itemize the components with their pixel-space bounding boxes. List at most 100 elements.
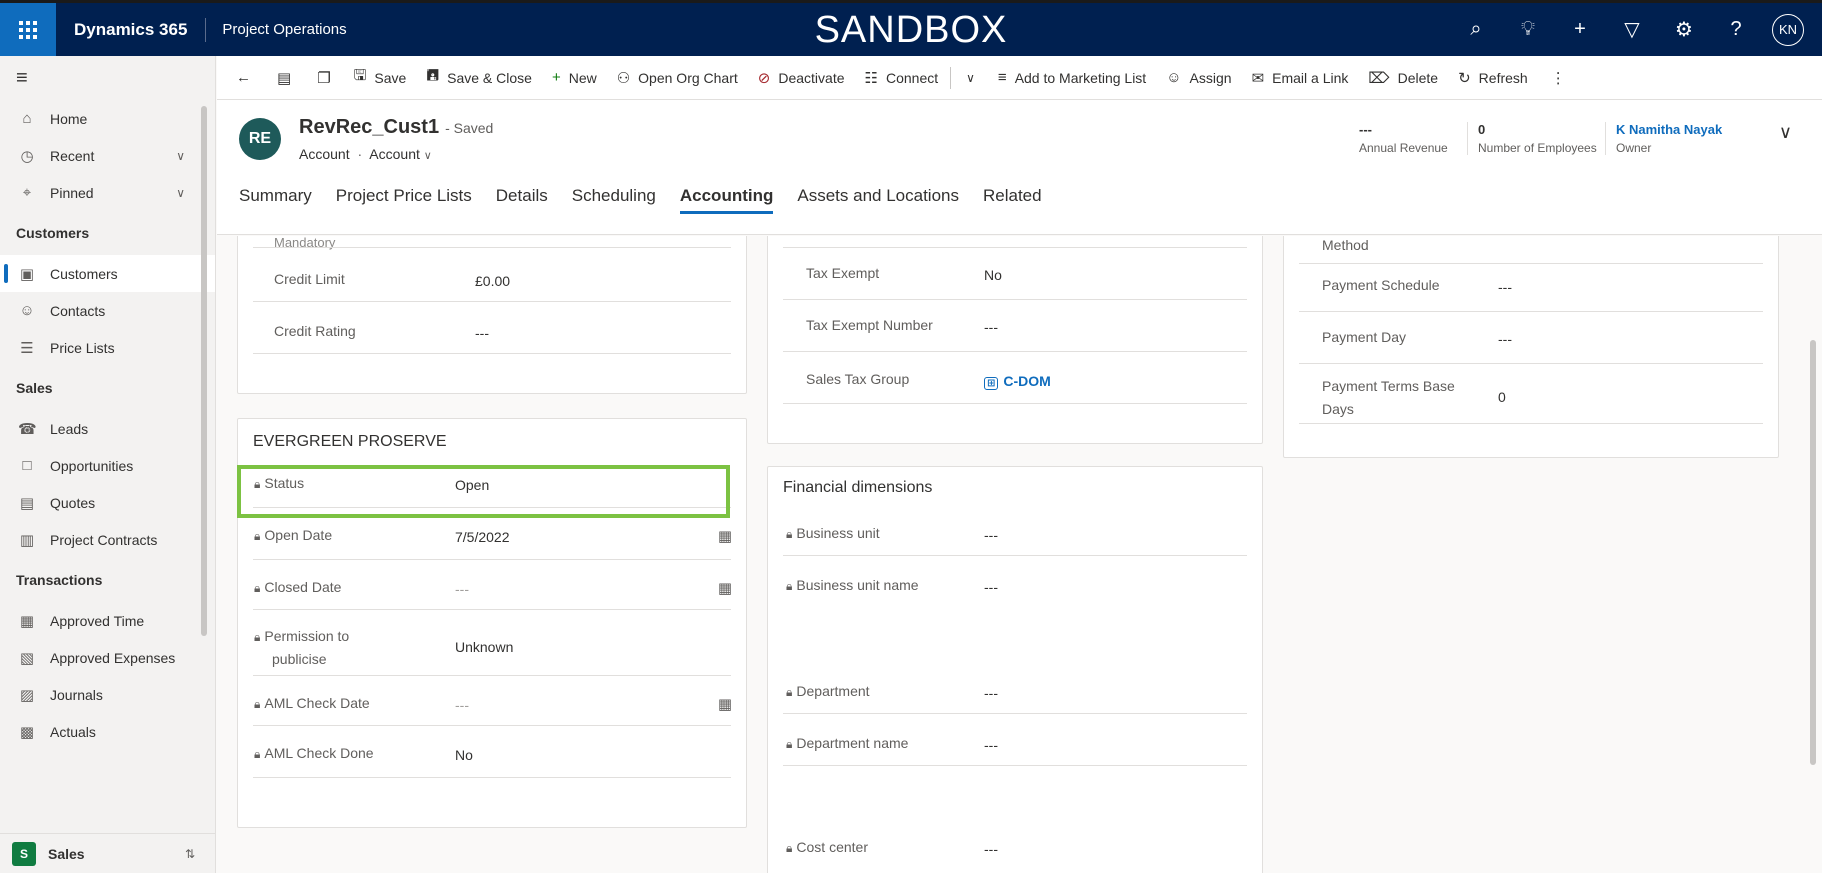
assign-button[interactable]: ☺ Assign (1156, 56, 1241, 100)
sitemap-sidebar: ≡ ⌂ Home ◷ Recent ∨ ⌖ Pinned ∨ Customers… (0, 56, 216, 873)
aml-check-date-field[interactable]: --- (455, 697, 469, 713)
permission-field[interactable]: Unknown (455, 639, 513, 655)
department-field[interactable]: --- (984, 685, 998, 701)
sidebar-item-label: Project Contracts (50, 531, 158, 548)
add-to-marketing-list-button[interactable]: ≡ Add to Marketing List (988, 56, 1156, 100)
credit-rating-field[interactable]: --- (475, 325, 489, 341)
sidebar-item-actuals[interactable]: ▩ Actuals (0, 713, 215, 750)
cost-center-field[interactable]: --- (984, 841, 998, 857)
sidebar-item-quotes[interactable]: ▤ Quotes (0, 484, 215, 521)
tab-details[interactable]: Details (496, 186, 548, 212)
sidebar-item-approved-time[interactable]: ▦ Approved Time (0, 602, 215, 639)
sidebar-item-approved-expenses[interactable]: ▧ Approved Expenses (0, 639, 215, 676)
sidebar-item-project-contracts[interactable]: ▥ Project Contracts (0, 521, 215, 558)
payment-day-field[interactable]: --- (1498, 331, 1512, 347)
sidebar-scrollbar[interactable] (201, 106, 207, 636)
pin-icon: ⌖ (22, 184, 32, 201)
calendar-icon[interactable]: ▦ (718, 695, 732, 713)
user-profile-button[interactable]: KN (1762, 3, 1814, 56)
sales-tax-group-lookup[interactable]: ⊞ C-DOM (984, 373, 1051, 390)
refresh-button[interactable]: ↻ Refresh (1448, 56, 1538, 100)
calendar-icon[interactable]: ▦ (718, 527, 732, 545)
open-date-field[interactable]: 7/5/2022 (455, 529, 510, 545)
department-name-field[interactable]: --- (984, 737, 998, 753)
area-badge: S (12, 841, 36, 866)
hamburger-menu-icon[interactable]: ≡ (0, 56, 215, 100)
calendar-icon[interactable]: ▦ (718, 579, 732, 597)
new-button[interactable]: + New (542, 56, 607, 100)
tax-exempt-field[interactable]: No (984, 267, 1002, 283)
email-link-label: Email a Link (1272, 69, 1349, 86)
sidebar-item-price-lists[interactable]: ☰ Price Lists (0, 329, 215, 366)
tax-exempt-number-label: Tax Exempt Number (806, 317, 933, 333)
waffle-icon (19, 20, 37, 39)
divider (783, 247, 1247, 248)
sidebar-item-journals[interactable]: ▨ Journals (0, 676, 215, 713)
brand-name[interactable]: Dynamics 365 (56, 17, 207, 42)
open-new-window-button[interactable]: ❐ (304, 56, 343, 100)
app-launcher-button[interactable] (0, 3, 56, 56)
save-close-label: Save & Close (447, 69, 532, 86)
business-unit-name-field[interactable]: --- (984, 579, 998, 595)
email-link-button[interactable]: ✉ Email a Link (1242, 56, 1359, 100)
calendar-icon: ▦ (19, 612, 35, 630)
gear-icon[interactable]: ⚙ (1658, 3, 1710, 56)
connect-dropdown-button[interactable]: ∨ (953, 56, 988, 100)
tab-related[interactable]: Related (983, 186, 1042, 212)
back-button[interactable]: ← (223, 56, 264, 100)
form-tabs: Summary Project Price Lists Details Sche… (239, 186, 1066, 214)
annual-revenue-label: Annual Revenue (1359, 141, 1448, 155)
entity-name: Account (299, 146, 350, 162)
more-commands-button[interactable]: ⋮ (1538, 56, 1579, 100)
sidebar-item-recent[interactable]: ◷ Recent ∨ (0, 137, 215, 174)
open-org-chart-button[interactable]: ⚇ Open Org Chart (607, 56, 748, 100)
sidebar-item-label: Customers (50, 265, 118, 282)
help-icon[interactable]: ? (1710, 3, 1762, 56)
sidebar-item-label: Approved Expenses (50, 649, 176, 666)
form-scrollbar[interactable] (1810, 340, 1816, 765)
closed-date-field[interactable]: --- (455, 581, 469, 597)
credit-limit-field[interactable]: £0.00 (475, 273, 510, 289)
search-icon[interactable]: ⌕ (1450, 3, 1502, 56)
tab-scheduling[interactable]: Scheduling (572, 186, 656, 212)
sidebar-item-pinned[interactable]: ⌖ Pinned ∨ (0, 174, 215, 211)
tab-project-price-lists[interactable]: Project Price Lists (336, 186, 472, 212)
sidebar-item-customers[interactable]: ▣ Customers (0, 255, 215, 292)
app-name[interactable]: Project Operations (206, 21, 346, 38)
deactivate-button[interactable]: ⊘ Deactivate (748, 56, 855, 100)
form-body: Mandatory Credit Limit £0.00 Credit Rati… (217, 236, 1822, 873)
chevron-down-icon: ∨ (966, 70, 975, 85)
tax-exempt-number-field[interactable]: --- (984, 319, 998, 335)
filter-icon[interactable]: ▽ (1606, 3, 1658, 56)
chevron-down-icon[interactable]: ∨ (176, 186, 185, 200)
business-unit-field[interactable]: --- (984, 527, 998, 543)
header-expand-chevron-icon[interactable]: ∨ (1779, 122, 1792, 143)
payment-terms-base-days-field[interactable]: 0 (1498, 389, 1506, 405)
chevron-down-icon[interactable]: ∨ (176, 149, 185, 163)
sidebar-item-opportunities[interactable]: □ Opportunities (0, 447, 215, 484)
divider (950, 66, 952, 89)
area-label: Sales (48, 845, 85, 862)
tab-summary[interactable]: Summary (239, 186, 312, 212)
tab-accounting[interactable]: Accounting (679, 186, 773, 214)
delete-button[interactable]: ⌦ Delete (1358, 56, 1448, 100)
save-close-button[interactable]: 🖪︎ Save & Close (416, 56, 542, 100)
aml-check-done-field[interactable]: No (455, 747, 473, 763)
save-button[interactable]: 🖫︎ Save (344, 56, 417, 100)
area-switcher[interactable]: S Sales ⇅ (0, 833, 215, 873)
tab-assets-and-locations[interactable]: Assets and Locations (797, 186, 959, 212)
sidebar-item-home[interactable]: ⌂ Home (0, 100, 215, 137)
sidebar-item-contacts[interactable]: ☺ Contacts (0, 292, 215, 329)
leads-icon: ☎ (18, 420, 37, 438)
aml-check-date-label: 🔒︎ AML Check Date (254, 695, 370, 711)
sidebar-item-leads[interactable]: ☎ Leads (0, 410, 215, 447)
lightbulb-icon[interactable]: 💡︎ (1502, 3, 1554, 56)
connect-button[interactable]: ☷ Connect (855, 56, 949, 100)
plus-icon[interactable]: + (1554, 3, 1606, 56)
form-selector[interactable]: Account ∨ (369, 146, 432, 162)
closed-date-label: 🔒︎ Closed Date (254, 579, 342, 595)
record-set-button[interactable]: ▤ (264, 56, 304, 100)
payment-schedule-field[interactable]: --- (1498, 279, 1512, 295)
divider (253, 247, 731, 248)
owner-link[interactable]: K Namitha Nayak (1616, 122, 1722, 137)
